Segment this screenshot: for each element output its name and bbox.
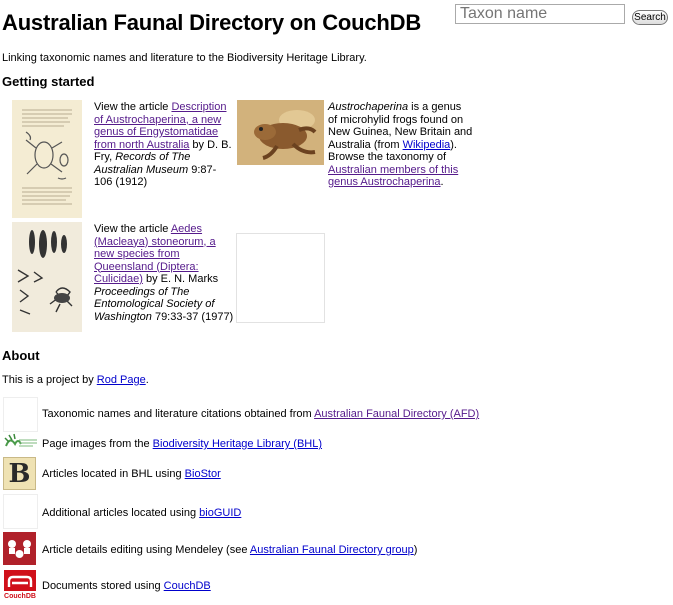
article-page-thumbnail[interactable] [12,100,82,218]
mosquito-plate-image [12,222,82,332]
browse-taxonomy-link[interactable]: Australian members of this genus Austroc… [328,164,458,189]
couchdb-logo-text: CouchDB [4,593,36,600]
bioguid-icon [3,494,38,529]
taxon-description: Austrochaperina is a genus of microhylid… [328,101,473,189]
getting-started-heading: Getting started [2,74,95,89]
bhl-logo-icon [3,432,39,454]
empty-image-placeholder [236,233,325,323]
about-row-couchdb: Documents stored using CouchDB [42,580,211,592]
article2-description: View the article Aedes (Macleaya) stoneo… [94,223,234,323]
biostor-link[interactable]: BioStor [185,468,221,480]
mendeley-icon [3,532,36,565]
about-row-mendeley: Article details editing using Mendeley (… [42,544,418,556]
biostor-icon: B [3,457,36,490]
bioguid-link[interactable]: bioGUID [199,507,241,519]
page-subtitle: Linking taxonomic names and literature t… [2,52,367,64]
austrochaperina-photo [237,100,324,165]
couchdb-link[interactable]: CouchDB [164,580,211,592]
search-button[interactable]: Search [632,10,668,25]
about-row-bioguid: Additional articles located using bioGUI… [42,507,242,519]
wikipedia-link[interactable]: Wikipedia [403,139,451,151]
about-intro: This is a project by Rod Page. [2,374,149,386]
taxon-search-input[interactable] [455,4,625,24]
afd-link[interactable]: Australian Faunal Directory (AFD) [314,408,479,420]
rod-page-link[interactable]: Rod Page [97,374,146,386]
page-title: Australian Faunal Directory on CouchDB [2,10,422,35]
about-row-afd: Taxonomic names and literature citations… [42,408,480,420]
article1-description: View the article Description of Austroch… [94,101,232,188]
mendeley-group-link[interactable]: Australian Faunal Directory group [250,544,414,556]
afd-icon [3,397,38,432]
couchdb-icon: CouchDB [3,569,37,600]
about-row-bhl: Page images from the Biodiversity Herita… [42,438,323,450]
frog-photo [237,100,324,165]
bhl-link[interactable]: Biodiversity Heritage Library (BHL) [153,438,322,450]
article2-page-thumbnail[interactable] [12,222,82,332]
about-row-biostor: Articles located in BHL using BioStor [42,468,221,480]
about-heading: About [2,348,40,363]
page-scan-image [12,100,82,218]
